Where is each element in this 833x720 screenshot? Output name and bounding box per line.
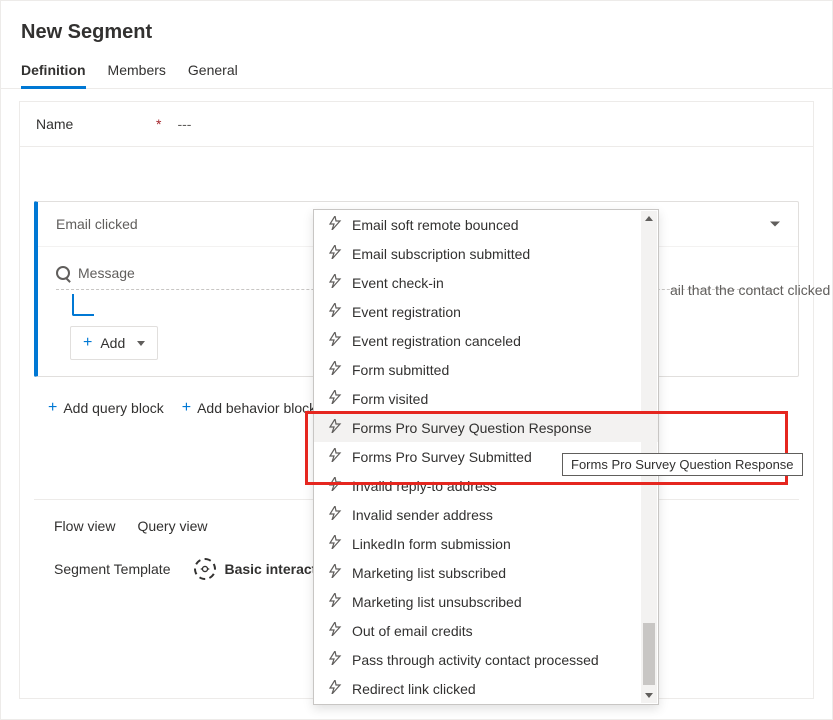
bolt-icon <box>328 332 342 349</box>
dropdown-option[interactable]: Event registration <box>314 297 658 326</box>
dropdown-option-label: Pass through activity contact processed <box>352 652 599 668</box>
flow-view-button[interactable]: Flow view <box>54 518 115 534</box>
bolt-icon <box>328 622 342 639</box>
search-icon <box>56 266 70 280</box>
dropdown-option-label: Invalid reply-to address <box>352 478 497 494</box>
scroll-down-arrow[interactable] <box>645 693 653 698</box>
bolt-icon <box>328 448 342 465</box>
chevron-down-icon <box>770 221 780 226</box>
hint-text: ail that the contact clicked on <box>670 282 833 298</box>
bolt-icon <box>328 390 342 407</box>
query-view-button[interactable]: Query view <box>137 518 207 534</box>
name-field-row: Name * --- <box>20 102 813 147</box>
template-icon <box>194 558 216 580</box>
required-indicator: * <box>156 116 161 132</box>
dropdown-option[interactable]: Event check-in <box>314 268 658 297</box>
bolt-icon <box>328 651 342 668</box>
name-label: Name <box>36 116 156 132</box>
bolt-icon <box>328 535 342 552</box>
bolt-icon <box>328 593 342 610</box>
dropdown-option[interactable]: Redirect link clicked <box>314 674 658 703</box>
dropdown-option[interactable]: Marketing list unsubscribed <box>314 587 658 616</box>
chevron-down-icon <box>137 341 145 346</box>
bolt-icon <box>328 419 342 436</box>
dropdown-option[interactable]: Email soft remote bounced <box>314 210 658 239</box>
scroll-up-arrow[interactable] <box>645 216 653 221</box>
bolt-icon <box>328 477 342 494</box>
dropdown-option[interactable]: Form visited <box>314 384 658 413</box>
dropdown-option-label: LinkedIn form submission <box>352 536 511 552</box>
plus-icon: + <box>182 399 191 417</box>
dropdown-option-label: Out of email credits <box>352 623 473 639</box>
plus-icon: + <box>83 334 92 352</box>
dropdown-option-label: Marketing list unsubscribed <box>352 594 522 610</box>
dropdown-option-label: Event registration <box>352 304 461 320</box>
tab-members[interactable]: Members <box>108 62 166 88</box>
dropdown-option-label: Forms Pro Survey Question Response <box>352 420 592 436</box>
dropdown-option[interactable]: Event registration canceled <box>314 326 658 355</box>
bolt-icon <box>328 680 342 697</box>
dropdown-option[interactable]: LinkedIn form submission <box>314 529 658 558</box>
dropdown-option[interactable]: Form submitted <box>314 355 658 384</box>
scroll-thumb[interactable] <box>643 623 655 685</box>
name-value[interactable]: --- <box>177 116 191 132</box>
dropdown-option-label: Form visited <box>352 391 428 407</box>
lookup-placeholder: Message <box>78 265 135 281</box>
dropdown-option[interactable]: Marketing list subscribed <box>314 558 658 587</box>
dropdown-option[interactable]: Pass through activity contact processed <box>314 645 658 674</box>
dropdown-option-label: Forms Pro Survey Submitted <box>352 449 532 465</box>
bolt-icon <box>328 303 342 320</box>
add-button-label: Add <box>100 335 125 351</box>
dropdown-option-label: Event registration canceled <box>352 333 521 349</box>
dropdown-option[interactable]: Forms Pro Survey Question Response <box>314 413 658 442</box>
bolt-icon <box>328 274 342 291</box>
tabs: Definition Members General <box>1 62 832 89</box>
tab-definition[interactable]: Definition <box>21 62 86 89</box>
tooltip: Forms Pro Survey Question Response <box>562 453 803 476</box>
segment-template-label: Segment Template <box>54 561 170 577</box>
bolt-icon <box>328 245 342 262</box>
connector-line <box>72 294 94 316</box>
page-title: New Segment <box>1 1 832 62</box>
dropdown-option-label: Invalid sender address <box>352 507 493 523</box>
dropdown-option[interactable]: Out of email credits <box>314 616 658 645</box>
dropdown-option-label: Form submitted <box>352 362 449 378</box>
dropdown-option-label: Marketing list subscribed <box>352 565 506 581</box>
tab-general[interactable]: General <box>188 62 238 88</box>
dropdown-option-label: Event check-in <box>352 275 444 291</box>
bolt-icon <box>328 216 342 233</box>
plus-icon: + <box>48 399 57 417</box>
add-condition-button[interactable]: + Add <box>70 326 158 360</box>
bolt-icon <box>328 564 342 581</box>
add-query-block-button[interactable]: + Add query block <box>48 399 164 417</box>
dropdown-option[interactable]: Email subscription submitted <box>314 239 658 268</box>
bolt-icon <box>328 361 342 378</box>
dropdown-option[interactable]: Invalid sender address <box>314 500 658 529</box>
add-behavior-block-button[interactable]: + Add behavior block <box>182 399 316 417</box>
dropdown-option-label: Email soft remote bounced <box>352 217 519 233</box>
dropdown-option-label: Redirect link clicked <box>352 681 476 697</box>
dropdown-option-label: Email subscription submitted <box>352 246 530 262</box>
bolt-icon <box>328 506 342 523</box>
interaction-selected: Email clicked <box>56 216 138 232</box>
